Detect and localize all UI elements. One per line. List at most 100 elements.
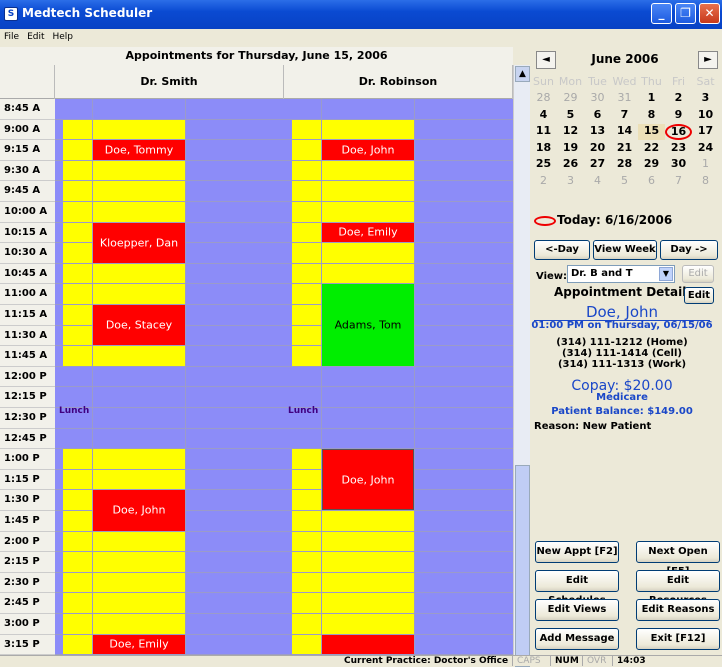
scroll-up-arrow[interactable]: ▲ bbox=[515, 66, 530, 82]
chevron-down-icon[interactable]: ▼ bbox=[659, 267, 673, 281]
appointment-block[interactable]: Doe, John bbox=[93, 490, 185, 531]
calendar-day[interactable]: 9 bbox=[665, 108, 692, 124]
calendar-day[interactable]: 14 bbox=[611, 124, 638, 140]
new-appt-button[interactable]: New Appt [F2] bbox=[535, 541, 619, 563]
next-open-button[interactable]: Next Open [F5] bbox=[636, 541, 720, 577]
calendar-day[interactable]: 16 bbox=[665, 124, 692, 140]
view-select-value: Dr. B and T bbox=[571, 268, 633, 279]
view-edit-button[interactable]: Edit bbox=[682, 265, 714, 283]
menu-file[interactable]: File bbox=[0, 29, 23, 42]
calendar-day[interactable]: 4 bbox=[584, 174, 611, 190]
appointment-block[interactable]: Kloepper, Dan bbox=[93, 222, 185, 263]
time-slot-label: 3:15 P bbox=[0, 635, 55, 655]
phone-cell: (314) 111-1414 (Cell) bbox=[562, 348, 682, 359]
calendar-day[interactable]: 25 bbox=[530, 157, 557, 173]
next-day-button[interactable]: Day -> bbox=[660, 240, 718, 260]
appointment-block[interactable]: Doe, Stacey bbox=[93, 305, 185, 346]
calendar-day[interactable]: 5 bbox=[557, 108, 584, 124]
view-select[interactable]: Dr. B and T ▼ bbox=[567, 265, 675, 283]
calendar-day[interactable]: 26 bbox=[557, 157, 584, 173]
menu-help[interactable]: Help bbox=[49, 29, 78, 42]
calendar-day[interactable]: 8 bbox=[692, 174, 719, 190]
prev-month-button[interactable]: ◄ bbox=[536, 51, 556, 69]
appointment-block[interactable]: Doe, Emily bbox=[93, 634, 185, 655]
calendar-day[interactable]: 15 bbox=[638, 124, 665, 140]
calendar-day[interactable]: 18 bbox=[530, 141, 557, 157]
prev-day-button[interactable]: <-Day bbox=[534, 240, 590, 260]
slot-divider bbox=[284, 180, 513, 182]
edit-resources-button[interactable]: Edit Resources bbox=[636, 570, 720, 606]
visit-reason: Reason: New Patient bbox=[534, 421, 652, 432]
edit-reasons-button[interactable]: Edit Reasons bbox=[636, 599, 720, 621]
slot-divider bbox=[55, 592, 284, 594]
details-edit-button[interactable]: Edit bbox=[684, 287, 714, 304]
calendar-day[interactable]: 8 bbox=[638, 108, 665, 124]
appointment-block[interactable]: Doe, Emily bbox=[322, 222, 414, 243]
calendar-day[interactable]: 22 bbox=[638, 141, 665, 157]
calendar-day[interactable]: 3 bbox=[557, 174, 584, 190]
calendar-day[interactable]: 11 bbox=[530, 124, 557, 140]
close-button[interactable]: ✕ bbox=[699, 3, 720, 24]
calendar-day[interactable]: 12 bbox=[557, 124, 584, 140]
today-link[interactable]: Today: 6/16/2006 bbox=[534, 213, 672, 227]
calendar-day[interactable]: 23 bbox=[665, 141, 692, 157]
calendar-day[interactable]: 1 bbox=[692, 157, 719, 173]
calendar-day[interactable]: 19 bbox=[557, 141, 584, 157]
calendar-day[interactable]: 2 bbox=[665, 91, 692, 107]
time-slot-label: 9:15 A bbox=[0, 140, 55, 161]
calendar-day[interactable]: 29 bbox=[638, 157, 665, 173]
time-column-header bbox=[0, 65, 55, 99]
appointment-patient: Doe, Stacey bbox=[105, 318, 173, 332]
schedule-scrollbar[interactable]: ▲ bbox=[513, 65, 530, 667]
menu-edit[interactable]: Edit bbox=[23, 29, 48, 42]
restore-button[interactable]: ❐ bbox=[675, 3, 696, 24]
calendar-day[interactable]: 4 bbox=[530, 108, 557, 124]
edit-schedules-button[interactable]: Edit Schedules bbox=[535, 570, 619, 606]
patient-name[interactable]: Doe, John bbox=[530, 303, 714, 321]
appointment-patient: Doe, John bbox=[341, 473, 395, 487]
next-month-button[interactable]: ► bbox=[698, 51, 718, 69]
calendar-day[interactable]: 6 bbox=[638, 174, 665, 190]
appointment-block[interactable] bbox=[322, 634, 414, 655]
calendar-day[interactable]: 24 bbox=[692, 141, 719, 157]
time-slot-label: 12:30 P bbox=[0, 408, 55, 429]
appointment-time: 01:00 PM on Thursday, 06/15/06 bbox=[531, 320, 713, 331]
exit-button[interactable]: Exit [F12] bbox=[636, 628, 720, 650]
add-message-button[interactable]: Add Message bbox=[535, 628, 619, 650]
calendar-day[interactable]: 27 bbox=[584, 157, 611, 173]
calendar-day[interactable]: 1 bbox=[638, 91, 665, 107]
appointment-block[interactable]: Doe, John bbox=[322, 140, 414, 160]
calendar-day[interactable]: 28 bbox=[530, 91, 557, 107]
window-title: Medtech Scheduler bbox=[22, 6, 153, 20]
scroll-thumb[interactable] bbox=[515, 465, 530, 667]
calendar-day[interactable]: 3 bbox=[692, 91, 719, 107]
calendar-day[interactable]: 30 bbox=[665, 157, 692, 173]
time-slot-label: 10:15 A bbox=[0, 223, 55, 244]
edit-views-button[interactable]: Edit Views bbox=[535, 599, 619, 621]
calendar-day[interactable]: 21 bbox=[611, 141, 638, 157]
time-slot-label: 10:45 A bbox=[0, 264, 55, 285]
appointment-block[interactable]: Adams, Tom bbox=[322, 284, 414, 366]
minimize-button[interactable]: _ bbox=[651, 3, 672, 24]
calendar-day[interactable]: 20 bbox=[584, 141, 611, 157]
calendar-day[interactable]: 6 bbox=[584, 108, 611, 124]
appointment-block[interactable]: Doe, Tommy bbox=[93, 140, 185, 160]
calendar-day[interactable]: 7 bbox=[665, 174, 692, 190]
appointment-block[interactable]: Doe, John bbox=[322, 449, 414, 510]
doctor-lane-smith[interactable]: Lunch Doe, Tommy Kloepper, Dan Doe, Stacey D… bbox=[55, 99, 284, 655]
slot-divider bbox=[55, 530, 284, 532]
calendar-day[interactable]: 17 bbox=[692, 124, 719, 140]
calendar-day[interactable]: 31 bbox=[611, 91, 638, 107]
calendar-day[interactable]: 7 bbox=[611, 108, 638, 124]
time-slot-label: 11:30 A bbox=[0, 326, 55, 347]
calendar-day[interactable]: 10 bbox=[692, 108, 719, 124]
calendar-day[interactable]: 5 bbox=[611, 174, 638, 190]
calendar-day[interactable]: 13 bbox=[584, 124, 611, 140]
calendar-day[interactable]: 30 bbox=[584, 91, 611, 107]
view-week-button[interactable]: View Week bbox=[593, 240, 657, 260]
time-slot-label: 2:15 P bbox=[0, 552, 55, 573]
doctor-lane-robinson[interactable]: Lunch Doe, John Doe, Emily Adams, Tom Doe, J… bbox=[284, 99, 513, 655]
calendar-day[interactable]: 2 bbox=[530, 174, 557, 190]
calendar-day[interactable]: 29 bbox=[557, 91, 584, 107]
calendar-day[interactable]: 28 bbox=[611, 157, 638, 173]
